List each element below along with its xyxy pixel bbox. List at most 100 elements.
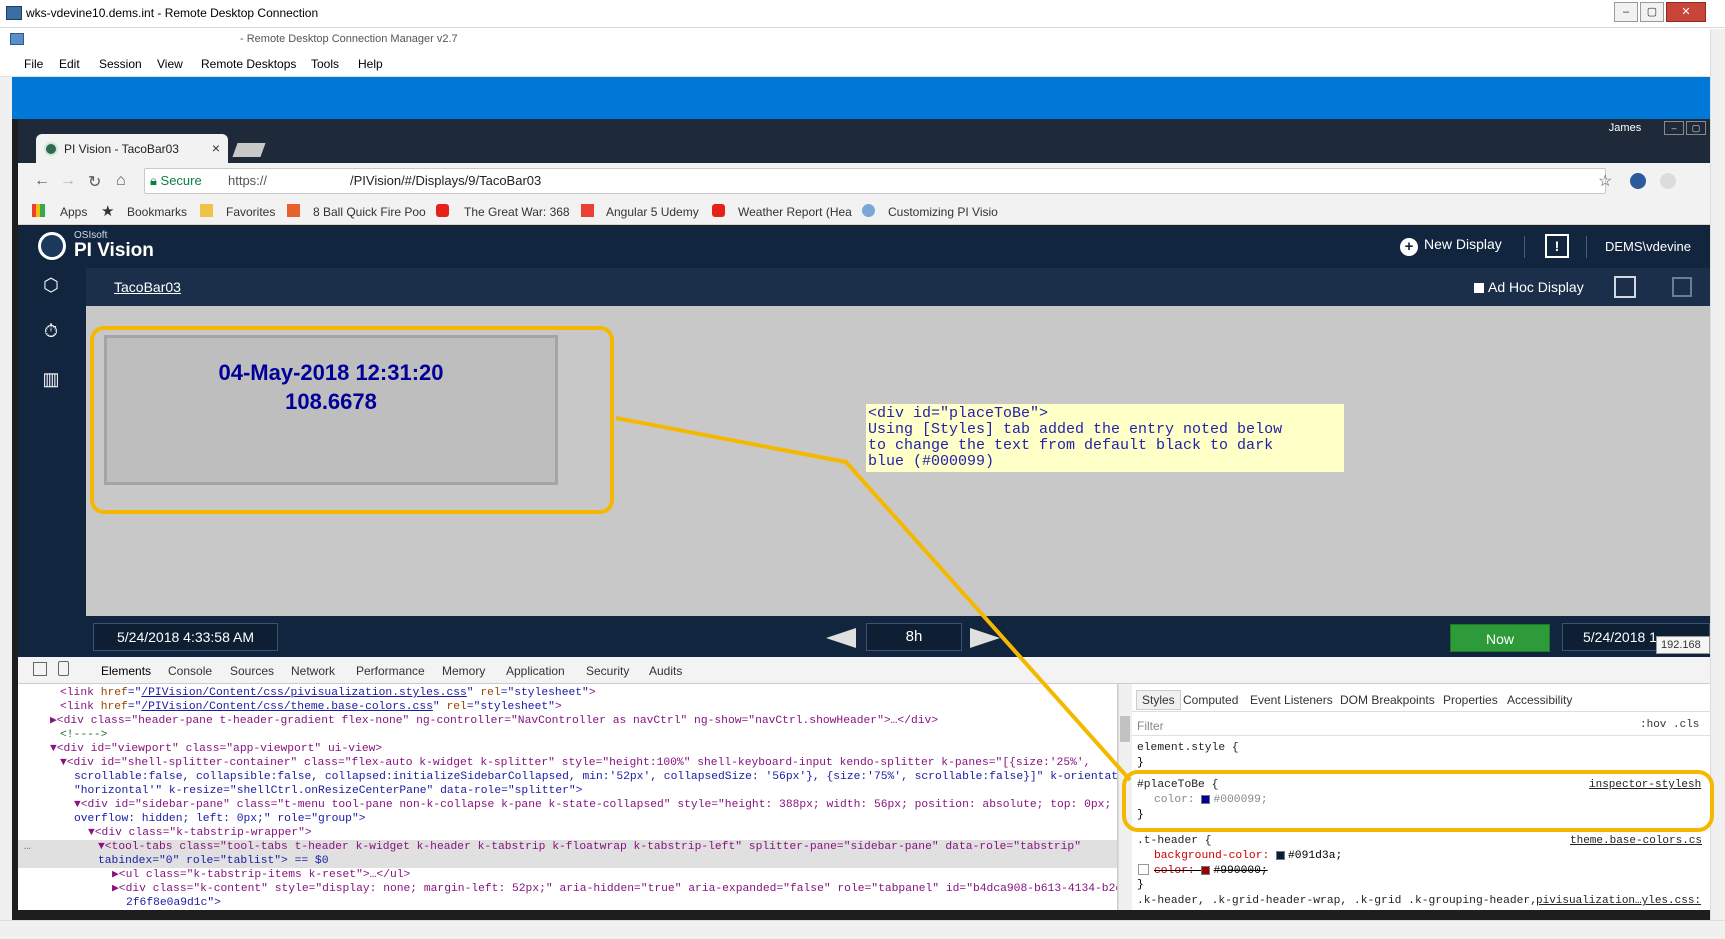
tab-console[interactable]: Console [168, 664, 212, 678]
time-forward-arrow-icon[interactable] [970, 628, 1000, 648]
dom-comment[interactable]: <!----> [60, 728, 107, 742]
browser-tab[interactable]: PI Vision - TacoBar03 × [36, 134, 228, 163]
bookmark-angular[interactable]: Angular 5 Udemy [606, 205, 699, 219]
add-icon[interactable]: + [1400, 238, 1418, 256]
forward-icon[interactable]: → [60, 172, 76, 190]
tab-audits[interactable]: Audits [649, 664, 682, 678]
new-tab-button[interactable] [232, 143, 266, 157]
dom-scroll-thumb[interactable] [1120, 716, 1130, 742]
chrome-profile-chip[interactable]: James [1600, 119, 1650, 137]
dom-node[interactable]: ▼<div id="viewport" class="app-viewport"… [50, 742, 382, 756]
stylesheet-link[interactable]: /PIVision/Content/css/pivisualization.st… [141, 687, 466, 699]
dom-node[interactable]: ▶<ul class="k-tabstrip-items k-reset">…<… [112, 868, 410, 882]
color-declaration-overridden[interactable]: color: #990000; [1154, 865, 1268, 877]
reload-icon[interactable]: ↻ [88, 172, 101, 192]
tab-title: PI Vision - TacoBar03 [64, 142, 179, 156]
stylesheet-link[interactable]: /PIVision/Content/css/theme.base-colors.… [141, 701, 433, 713]
chrome-maximize-button[interactable]: ▢ [1686, 121, 1706, 135]
tab-properties[interactable]: Properties [1443, 693, 1498, 707]
dom-node[interactable]: ▼<div class="k-tabstrip-wrapper"> [88, 826, 312, 840]
property-value: #091d3a; [1288, 850, 1343, 862]
details-panel-icon[interactable] [1614, 276, 1636, 298]
close-button[interactable]: ✕ [1666, 2, 1706, 22]
menu-view[interactable]: View [157, 57, 183, 71]
t-header-selector[interactable]: .t-header { [1137, 835, 1212, 847]
inspect-element-icon[interactable] [33, 662, 47, 676]
minimize-button[interactable]: – [1614, 2, 1638, 22]
bookmark-star-icon[interactable]: ☆ [1598, 171, 1612, 191]
save-icon[interactable] [1672, 277, 1692, 297]
back-icon[interactable]: ← [34, 172, 50, 190]
tab-memory[interactable]: Memory [442, 664, 485, 678]
display-name-link[interactable]: TacoBar03 [114, 279, 181, 295]
extension-icon[interactable] [1630, 173, 1646, 189]
menu-tools[interactable]: Tools [311, 57, 339, 71]
dom-node[interactable]: ▼<div id="sidebar-pane" class="t-menu to… [74, 798, 1111, 812]
menu-help[interactable]: Help [358, 57, 383, 71]
bookmark-favorites[interactable]: Favorites [226, 205, 275, 219]
dom-attr: rel [446, 701, 467, 713]
dom-value: ="stylesheet" [500, 687, 589, 699]
tab-computed[interactable]: Computed [1183, 693, 1238, 707]
menu-remote-desktops[interactable]: Remote Desktops [201, 57, 296, 71]
tab-styles[interactable]: Styles [1136, 690, 1181, 710]
pivisualization-stylesheet-link[interactable]: pivisualization…yles.css: [1536, 895, 1701, 907]
checkbox[interactable] [1138, 864, 1149, 875]
now-button[interactable]: Now [1450, 624, 1550, 652]
tab-performance[interactable]: Performance [356, 664, 425, 678]
theme-stylesheet-link[interactable]: theme.base-colors.cs [1570, 835, 1702, 847]
background-color-declaration[interactable]: background-color: #091d3a; [1154, 850, 1342, 862]
tab-dom-breakpoints[interactable]: DOM Breakpoints [1340, 693, 1435, 707]
events-icon[interactable]: ⏱ [40, 320, 62, 342]
color-swatch[interactable] [1276, 850, 1286, 860]
element-style-rule[interactable]: element.style { [1137, 742, 1239, 754]
elements-dom-tree[interactable]: <link href="/PIVision/Content/css/pivisu… [18, 684, 1118, 910]
start-time-field[interactable]: 5/24/2018 4:33:58 AM [93, 623, 278, 651]
adhoc-display-button[interactable]: Ad Hoc Display [1488, 279, 1584, 295]
hov-cls-toggles[interactable]: :hov .cls [1640, 719, 1699, 731]
device-toolbar-icon[interactable] [58, 661, 69, 676]
dom-node[interactable]: <link href="/PIVision/Content/css/pivisu… [60, 686, 596, 700]
bookmark-apps[interactable]: Apps [60, 205, 87, 219]
menu-edit[interactable]: Edit [59, 57, 80, 71]
horizontal-scrollbar[interactable] [0, 920, 1725, 939]
bookmark-great-war[interactable]: The Great War: 368 [464, 205, 570, 219]
dom-node[interactable]: <link href="/PIVision/Content/css/theme.… [60, 700, 562, 714]
tab-accessibility[interactable]: Accessibility [1507, 693, 1572, 707]
chrome-minimize-button[interactable]: – [1664, 121, 1684, 135]
time-back-arrow-icon[interactable] [826, 628, 856, 648]
bookmark-bookmarks[interactable]: Bookmarks [127, 205, 187, 219]
menu-session[interactable]: Session [99, 57, 142, 71]
cube-icon[interactable]: ⬡ [40, 274, 62, 296]
tab-sources[interactable]: Sources [230, 664, 274, 678]
profile-icon[interactable] [1660, 173, 1676, 189]
dom-ellipsis[interactable]: … [24, 840, 31, 854]
bookmark-weather[interactable]: Weather Report (Hea [738, 205, 852, 219]
bookmark-customizing[interactable]: Customizing PI Visio [888, 205, 998, 219]
declaration-checkbox[interactable] [1138, 864, 1149, 876]
library-icon[interactable]: ▥ [40, 368, 62, 390]
pi-vision-logo-icon[interactable] [38, 232, 66, 260]
tab-application[interactable]: Application [506, 664, 565, 678]
bookmark-8-ball[interactable]: 8 Ball Quick Fire Poo [313, 205, 426, 219]
color-swatch[interactable] [1201, 865, 1211, 875]
tab-close-icon[interactable]: × [212, 140, 220, 156]
dom-node[interactable]: ▶<div class="header-pane t-header-gradie… [50, 714, 938, 728]
styles-filter-input[interactable]: Filter [1137, 719, 1164, 733]
alert-icon[interactable]: ! [1545, 234, 1569, 258]
user-name[interactable]: DEMS\vdevine [1605, 239, 1691, 254]
menu-file[interactable]: File [24, 57, 43, 71]
tab-network[interactable]: Network [291, 664, 335, 678]
dom-node[interactable]: ▶<div class="k-content" style="display: … [112, 882, 1117, 896]
maximize-button[interactable]: ▢ [1640, 2, 1664, 22]
home-icon[interactable]: ⌂ [116, 172, 126, 190]
new-display-button[interactable]: New Display [1424, 236, 1502, 252]
k-header-selector[interactable]: .k-header, .k-grid-header-wrap, .k-grid … [1137, 895, 1537, 907]
dom-node[interactable]: ▼<div id="shell-splitter-container" clas… [60, 756, 1090, 770]
selected-dom-node[interactable]: ▼<tool-tabs class="tool-tabs t-header k-… [98, 840, 1081, 854]
tab-event-listeners[interactable]: Event Listeners [1250, 693, 1333, 707]
tab-security[interactable]: Security [586, 664, 629, 678]
chrome-tab-strip [18, 119, 1710, 163]
duration-field[interactable]: 8h [866, 623, 962, 651]
tab-elements[interactable]: Elements [101, 664, 151, 678]
